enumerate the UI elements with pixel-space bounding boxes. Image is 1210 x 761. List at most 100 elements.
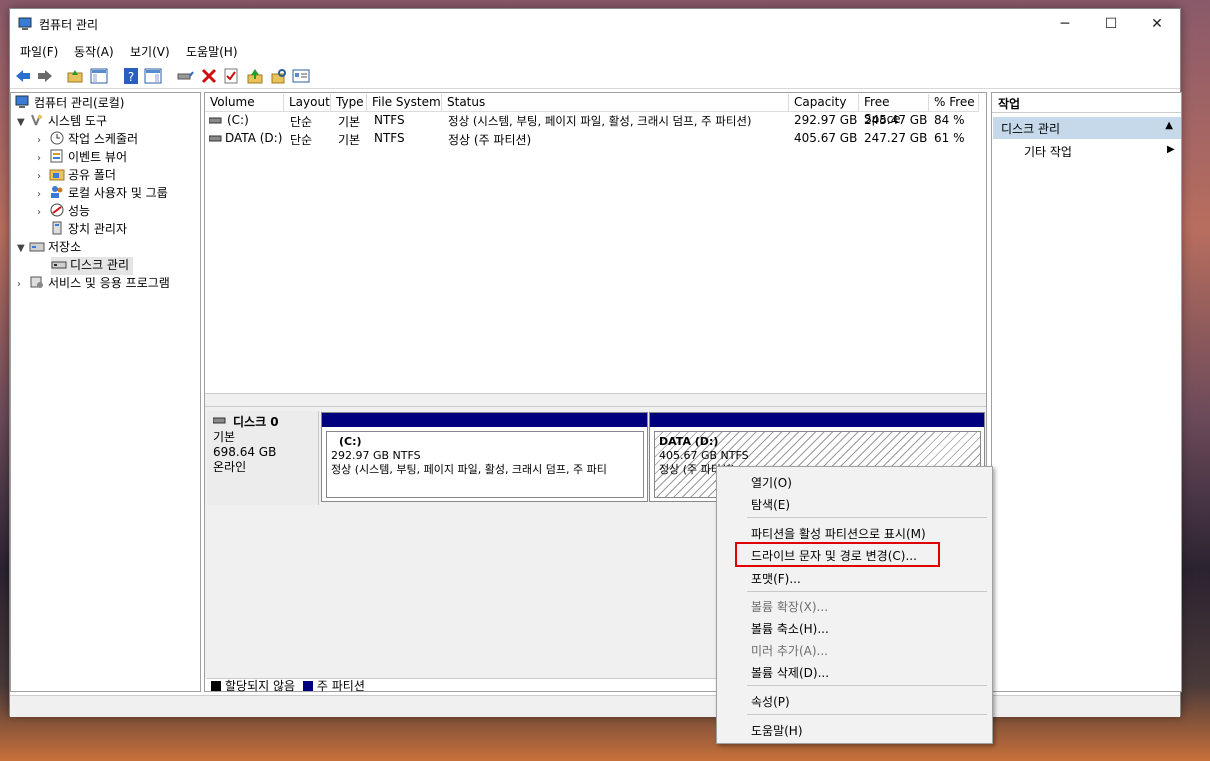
- back-icon[interactable]: [14, 67, 32, 85]
- help-icon[interactable]: ?: [122, 67, 140, 85]
- cell-status: 정상 (시스템, 부팅, 페이지 파일, 활성, 크래시 덤프, 주 파티션): [448, 114, 752, 128]
- chevron-down-icon[interactable]: ▼: [17, 115, 29, 131]
- show-hide-tree-icon[interactable]: [90, 67, 108, 85]
- col-free-space[interactable]: Free Space: [859, 94, 929, 126]
- tree-storage[interactable]: ▼ 저장소: [17, 239, 81, 257]
- tree-device-manager-label: 장치 관리자: [68, 222, 128, 236]
- chevron-right-icon[interactable]: ›: [37, 187, 49, 203]
- unallocated-swatch: [211, 681, 221, 691]
- disk-type: 기본: [213, 430, 236, 444]
- properties-icon[interactable]: [292, 67, 310, 85]
- menu-delete-volume[interactable]: 볼륨 삭제(D)...: [751, 664, 829, 681]
- menu-shrink-volume[interactable]: 볼륨 축소(H)...: [751, 620, 829, 637]
- chevron-right-icon[interactable]: ›: [37, 133, 49, 149]
- chevron-right-icon[interactable]: ›: [37, 169, 49, 185]
- chevron-down-icon[interactable]: ▼: [17, 241, 29, 257]
- tree-system-tools[interactable]: ▼ 시스템 도구: [17, 113, 107, 131]
- computer-management-icon: [15, 95, 29, 108]
- highlight-box: [735, 542, 940, 567]
- show-hide-action-pane-icon[interactable]: [144, 67, 162, 85]
- more-actions[interactable]: 기타 작업: [1024, 143, 1072, 160]
- disk-0-header[interactable]: 디스크 0 기본 698.64 GB 온라인: [207, 411, 319, 505]
- computer-management-icon: [18, 17, 32, 30]
- disk-icon: [212, 417, 226, 424]
- up-arrow-folder-icon[interactable]: [246, 67, 264, 85]
- partition-c[interactable]: (C:) 292.97 GB NTFS 정상 (시스템, 부팅, 페이지 파일,…: [321, 412, 648, 502]
- maximize-button[interactable]: ☐: [1088, 9, 1134, 39]
- device-manager-icon: [52, 221, 62, 235]
- menu-view[interactable]: 보기(V): [130, 43, 170, 60]
- tree-performance[interactable]: › 성능: [37, 203, 90, 221]
- partition-size: 292.97 GB NTFS: [331, 449, 421, 462]
- tree-task-scheduler[interactable]: › 작업 스케줄러: [37, 131, 138, 149]
- menu-format[interactable]: 포맷(F)...: [751, 570, 801, 587]
- cell-percent-free: 84 %: [934, 113, 965, 127]
- actions-title: 작업: [992, 93, 1181, 113]
- navigation-tree: 컴퓨터 관리(로컬) ▼ 시스템 도구 › 작업 스케줄러 › 이벤트 뷰어 › 공유 …: [10, 92, 201, 692]
- col-type[interactable]: Type: [331, 94, 367, 112]
- col-volume[interactable]: Volume: [205, 94, 284, 112]
- primary-partition-band: [322, 413, 647, 427]
- col-file-system[interactable]: File System: [367, 94, 442, 112]
- actions-section-disk-management[interactable]: 디스크 관리 ▲: [993, 117, 1181, 139]
- tree-services-label: 서비스 및 응용 프로그램: [48, 276, 170, 290]
- cell-percent-free: 61 %: [934, 131, 965, 145]
- menu-separator: [747, 714, 987, 715]
- cell-file-system: NTFS: [374, 113, 405, 127]
- menu-help[interactable]: 도움말(H): [186, 43, 238, 60]
- delete-icon[interactable]: [200, 67, 218, 85]
- cell-volume: (C:): [227, 113, 249, 127]
- check-icon[interactable]: [222, 67, 240, 85]
- menu-help-item[interactable]: 도움말(H): [751, 722, 803, 739]
- legend-unallocated: 할당되지 않음: [225, 679, 296, 693]
- col-percent-free[interactable]: % Free: [929, 94, 979, 112]
- tree-disk-management[interactable]: 디스크 관리: [51, 257, 134, 275]
- menu-open[interactable]: 열기(O): [751, 474, 792, 491]
- menu-file[interactable]: 파일(F): [20, 43, 58, 60]
- up-folder-icon[interactable]: [66, 67, 84, 85]
- tree-event-viewer[interactable]: › 이벤트 뷰어: [37, 149, 127, 167]
- tree-shared-folders[interactable]: › 공유 폴더: [37, 167, 116, 185]
- menu-mark-active[interactable]: 파티션을 활성 파티션으로 표시(M): [751, 525, 926, 542]
- cell-volume: DATA (D:): [225, 131, 283, 145]
- col-status[interactable]: Status: [442, 94, 789, 112]
- col-capacity[interactable]: Capacity: [789, 94, 859, 112]
- disk-size: 698.64 GB: [213, 445, 277, 459]
- collapse-up-icon[interactable]: ▲: [1165, 120, 1173, 131]
- primary-swatch: [302, 681, 313, 691]
- disk-state: 온라인: [213, 460, 247, 474]
- tree-task-scheduler-label: 작업 스케줄러: [68, 132, 139, 146]
- chevron-right-icon[interactable]: ›: [37, 151, 49, 167]
- tree-root[interactable]: 컴퓨터 관리(로컬): [15, 95, 124, 113]
- volume-list: Volume Layout Type File System Status Ca…: [205, 93, 986, 393]
- cell-free-space: 245.47 GB: [864, 113, 928, 127]
- chevron-right-icon[interactable]: ›: [37, 205, 49, 221]
- menu-explore[interactable]: 탐색(E): [751, 496, 790, 513]
- tree-services[interactable]: › 서비스 및 응용 프로그램: [17, 275, 170, 293]
- forward-icon[interactable]: [36, 67, 54, 85]
- menu-separator: [747, 591, 987, 592]
- context-menu: 열기(O) 탐색(E) 파티션을 활성 파티션으로 표시(M) 드라이브 문자 …: [716, 466, 993, 744]
- disk-name: 디스크 0: [233, 415, 279, 429]
- submenu-arrow-icon: ▶: [1167, 144, 1175, 155]
- pane-splitter[interactable]: [205, 393, 986, 407]
- tree-local-users[interactable]: › 로컬 사용자 및 그룹: [37, 185, 168, 203]
- tree-device-manager[interactable]: 장치 관리자: [49, 221, 127, 239]
- connect-drive-icon[interactable]: [176, 67, 194, 85]
- volume-icon: [209, 117, 222, 124]
- search-folder-icon[interactable]: [270, 67, 288, 85]
- maximize-icon: ☐: [1104, 16, 1118, 32]
- minimize-button[interactable]: ─: [1042, 9, 1088, 39]
- partition-label: DATA (D:): [659, 435, 719, 448]
- performance-icon: [50, 203, 64, 217]
- volume-icon: [209, 135, 222, 142]
- more-actions-label: 기타 작업: [1024, 145, 1072, 159]
- tree-local-users-label: 로컬 사용자 및 그룹: [68, 186, 168, 200]
- col-layout[interactable]: Layout: [284, 94, 331, 112]
- menu-action[interactable]: 동작(A): [74, 43, 114, 60]
- menu-properties[interactable]: 속성(P): [751, 693, 790, 710]
- chevron-right-icon[interactable]: ›: [17, 277, 29, 293]
- close-button[interactable]: ✕: [1134, 9, 1180, 39]
- tree-system-tools-label: 시스템 도구: [48, 114, 108, 128]
- cell-layout: 단순: [290, 133, 313, 147]
